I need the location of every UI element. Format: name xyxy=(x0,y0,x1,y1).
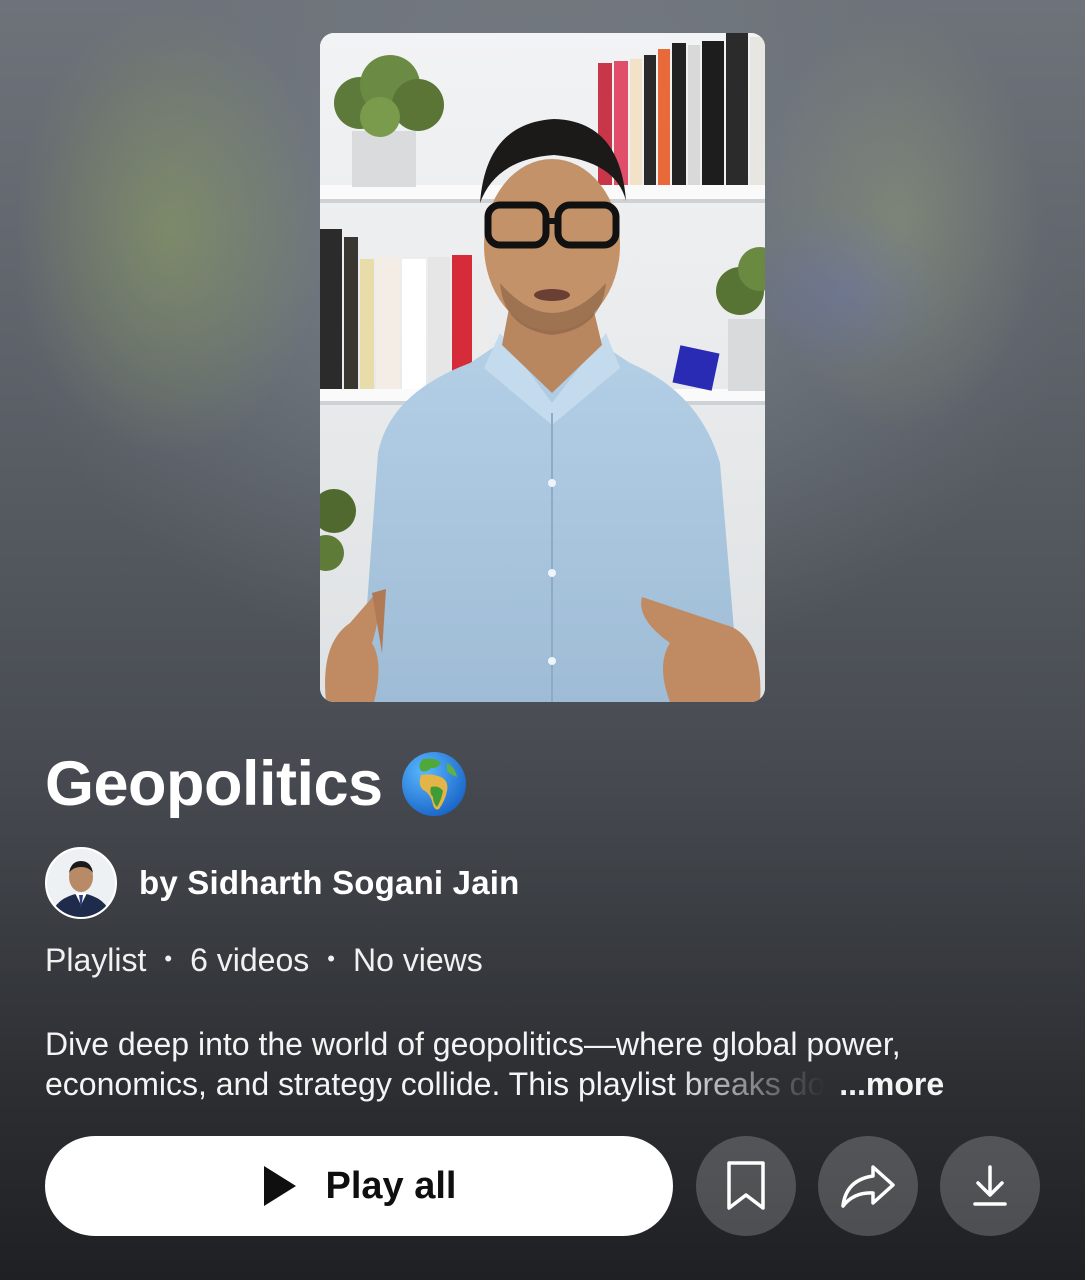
more-link[interactable]: ...more xyxy=(839,1064,944,1104)
download-icon xyxy=(973,1165,1007,1206)
save-playlist-button[interactable] xyxy=(696,1136,796,1236)
meta-separator: • xyxy=(164,945,173,971)
description-line-1: Dive deep into the world of geopolitics—… xyxy=(45,1026,901,1062)
share-button[interactable] xyxy=(818,1136,918,1236)
bookmark-icon xyxy=(727,1161,765,1210)
playlist-description[interactable]: Dive deep into the world of geopolitics—… xyxy=(45,1024,1035,1104)
globe-europe-africa-icon xyxy=(401,752,466,816)
description-line-2: economics, and strategy collide. This pl… xyxy=(45,1066,826,1102)
share-arrow-icon xyxy=(841,1165,895,1208)
owner-row[interactable]: by Sidharth Sogani Jain xyxy=(45,847,520,919)
playlist-meta: Playlist • 6 videos • No views xyxy=(45,942,483,979)
play-all-button[interactable]: Play all xyxy=(45,1136,673,1236)
meta-separator: • xyxy=(327,945,335,971)
playlist-title: Geopolitics xyxy=(45,749,383,819)
owner-name[interactable]: by Sidharth Sogani Jain xyxy=(139,864,520,902)
play-icon xyxy=(263,1166,296,1206)
playlist-type: Playlist xyxy=(45,942,147,978)
play-all-label: Play all xyxy=(325,1164,457,1207)
video-count: 6 videos xyxy=(190,942,310,978)
avatar[interactable] xyxy=(45,847,117,919)
avatar-image xyxy=(47,849,115,917)
download-button[interactable] xyxy=(940,1136,1040,1236)
thumbnail-image xyxy=(320,33,765,702)
view-count: No views xyxy=(352,942,483,978)
playlist-title-row: Geopolitics xyxy=(45,748,467,820)
playlist-thumbnail[interactable] xyxy=(320,33,765,702)
